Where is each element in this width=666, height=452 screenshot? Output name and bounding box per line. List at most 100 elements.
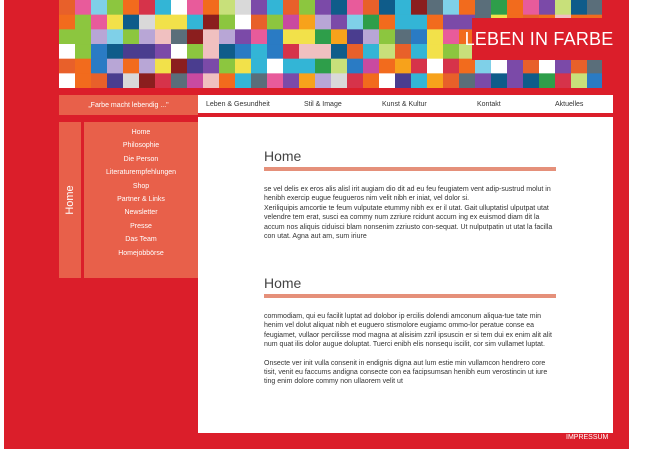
mosaic-tile <box>107 58 124 74</box>
mosaic-tile <box>75 44 92 59</box>
mosaic-tile <box>555 0 572 15</box>
paragraph: commodiam, qui eu facilit luptat ad dolo… <box>264 313 552 349</box>
mosaic-tile <box>139 58 156 74</box>
mosaic-tile <box>395 0 412 15</box>
mosaic-tile <box>491 0 508 15</box>
mosaic-tile <box>203 29 220 45</box>
sidebar-item-philosophie[interactable]: Philosophie <box>84 139 198 152</box>
tab-kontakt[interactable]: Kontakt <box>477 101 501 108</box>
mosaic-tile <box>59 29 76 45</box>
mosaic-tile <box>395 14 412 30</box>
mosaic-tile <box>299 58 316 74</box>
mosaic-tile <box>235 73 252 88</box>
mosaic-tile <box>523 0 540 15</box>
mosaic-tile <box>107 73 124 88</box>
mosaic-tile <box>427 58 444 74</box>
tab-aktuelles[interactable]: Aktuelles <box>555 101 583 108</box>
nav-tagline[interactable]: „Farbe macht lebendig ..." <box>59 95 198 115</box>
mosaic-tile <box>267 73 284 88</box>
mosaic-tile <box>331 0 348 15</box>
mosaic-tile <box>315 0 332 15</box>
mosaic-tile <box>379 0 396 15</box>
impressum-link[interactable]: IMPRESSUM <box>566 434 608 441</box>
mosaic-tile <box>203 58 220 74</box>
mosaic-tile <box>123 73 140 88</box>
tab-leben-gesundheit[interactable]: Leben & Gesundheit <box>206 101 270 108</box>
mosaic-tile <box>187 0 204 15</box>
mosaic-tile <box>523 73 540 88</box>
mosaic-tile <box>219 44 236 59</box>
paragraph: Onsecte ver init vulla consenit in endig… <box>264 359 548 386</box>
sidebar-item-newsletter[interactable]: Newsletter <box>84 206 198 219</box>
mosaic-tile <box>187 73 204 88</box>
sidebar-item-presse[interactable]: Presse <box>84 220 198 233</box>
sidebar-item-literaturempfehlungen[interactable]: Literaturempfehlungen <box>84 166 198 179</box>
mosaic-tile <box>443 0 460 15</box>
mosaic-tile <box>107 44 124 59</box>
mosaic-tile <box>235 44 252 59</box>
mosaic-tile <box>315 58 332 74</box>
mosaic-tile <box>427 73 444 88</box>
mosaic-tile <box>347 14 364 30</box>
tab-stil-image[interactable]: Stil & Image <box>304 101 342 108</box>
mosaic-tile <box>171 0 188 15</box>
mosaic-tile <box>91 73 108 88</box>
sidebar-item-partner-links[interactable]: Partner & Links <box>84 193 198 206</box>
mosaic-tile <box>539 0 556 15</box>
sidebar-item-shop[interactable]: Shop <box>84 180 198 193</box>
mosaic-tile <box>283 44 300 59</box>
mosaic-tile <box>219 14 236 30</box>
mosaic-tile <box>283 14 300 30</box>
mosaic-tile <box>459 73 476 88</box>
mosaic-tile <box>459 58 476 74</box>
section-heading: Home <box>264 148 302 164</box>
mosaic-tile <box>395 29 412 45</box>
content-section: Home commodiam, qui eu facilit luptat ad… <box>264 275 556 387</box>
site-title[interactable]: LEBEN IN FARBE <box>465 18 613 60</box>
mosaic-tile <box>203 14 220 30</box>
mosaic-tile <box>331 44 348 59</box>
mosaic-tile <box>555 73 572 88</box>
mosaic-tile <box>427 44 444 59</box>
tab-kunst-kultur[interactable]: Kunst & Kultur <box>382 101 427 108</box>
mosaic-tile <box>427 14 444 30</box>
mosaic-tile <box>347 44 364 59</box>
mosaic-tile <box>299 14 316 30</box>
mosaic-tile <box>107 0 124 15</box>
heading-divider <box>264 167 556 171</box>
mosaic-tile <box>123 14 140 30</box>
mosaic-tile <box>363 29 380 45</box>
mosaic-tile <box>459 0 476 15</box>
sidebar-item-homejobboerse[interactable]: Homejobbörse <box>84 247 198 260</box>
mosaic-tile <box>75 0 92 15</box>
mosaic-tile <box>363 14 380 30</box>
mosaic-tile <box>171 14 188 30</box>
mosaic-tile <box>251 29 268 45</box>
paragraph: se vel delis ex eros alis alisl irit aug… <box>264 186 551 203</box>
mosaic-tile <box>379 58 396 74</box>
mosaic-tile <box>251 44 268 59</box>
mosaic-tile <box>315 14 332 30</box>
mosaic-tile <box>411 14 428 30</box>
mosaic-tile <box>123 58 140 74</box>
sidebar-item-home[interactable]: Home <box>84 126 198 139</box>
mosaic-tile <box>139 29 156 45</box>
mosaic-tile <box>587 0 602 15</box>
mosaic-tile <box>123 44 140 59</box>
mosaic-tile <box>411 58 428 74</box>
mosaic-tile <box>187 14 204 30</box>
mosaic-tile <box>283 29 300 45</box>
mosaic-tile <box>299 29 316 45</box>
sidebar-item-die-person[interactable]: Die Person <box>84 153 198 166</box>
mosaic-tile <box>331 73 348 88</box>
mosaic-tile <box>251 0 268 15</box>
mosaic-tile <box>379 73 396 88</box>
mosaic-tile <box>155 14 172 30</box>
mosaic-tile <box>443 44 460 59</box>
mosaic-tile <box>267 58 284 74</box>
mosaic-tile <box>363 44 380 59</box>
sidebar-item-das-team[interactable]: Das Team <box>84 233 198 246</box>
mosaic-tile <box>475 73 492 88</box>
mosaic-tile <box>587 73 602 88</box>
mosaic-tile <box>155 58 172 74</box>
